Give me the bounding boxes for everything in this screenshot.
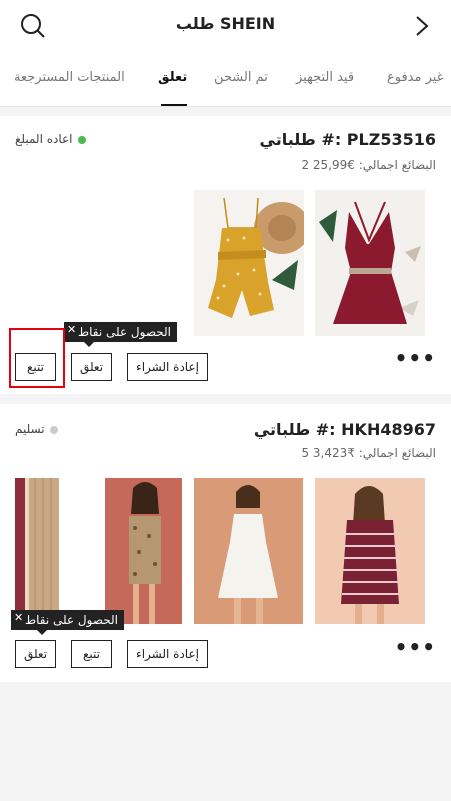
tooltip-arrow <box>84 342 94 347</box>
more-dots-icon[interactable]: ••• <box>395 635 436 659</box>
tab-shipped[interactable]: تم الشحن <box>214 70 268 85</box>
status-dot-icon <box>77 135 86 144</box>
rebuy-button[interactable]: إعادة الشراء <box>127 353 208 381</box>
points-tooltip: ✕ الحصول على نقاط <box>64 320 177 347</box>
close-icon[interactable]: ✕ <box>14 608 23 628</box>
header-bar: طلب SHEIN <box>0 0 451 52</box>
tab-returned[interactable]: المنتجات المسترجعة <box>14 70 125 85</box>
product-image[interactable] <box>194 190 304 336</box>
tooltip-arrow <box>37 630 47 635</box>
page-title: طلب SHEIN <box>175 14 276 33</box>
tooltip-label: الحصول على نقاط <box>78 325 171 339</box>
close-icon[interactable]: ✕ <box>67 320 76 340</box>
order-summary: 2 البضائع اجمالي: €25,99 <box>301 158 436 172</box>
tab-pending[interactable]: تعلق <box>158 70 187 85</box>
order-card[interactable]: طلباتي #: PLZ53516 2 البضائع اجمالي: €25… <box>0 116 451 394</box>
track-button-highlight <box>9 328 65 388</box>
order-card[interactable]: طلباتي #: HKH48967 5 البضائع اجمالي: ₹3,… <box>0 404 451 682</box>
tab-unpaid[interactable]: غير مدفوع <box>387 70 444 85</box>
product-image[interactable] <box>194 478 303 624</box>
track-button[interactable]: تتبع <box>71 640 112 668</box>
status-label: اعاده المبلغ <box>15 132 73 146</box>
product-image[interactable] <box>315 478 425 624</box>
product-image[interactable] <box>315 190 425 336</box>
orders-page: طلب SHEIN غير مدفوع قيد التجهيز تم الشحن… <box>0 0 451 801</box>
order-number: طلباتي #: HKH48967 <box>253 420 436 439</box>
order-summary: 5 البضائع اجمالي: ₹3,423 <box>301 446 436 460</box>
chevron-right-icon[interactable] <box>415 15 429 37</box>
order-status: اعاده المبلغ <box>15 132 86 146</box>
product-image[interactable] <box>15 478 59 624</box>
order-number: طلباتي #: PLZ53516 <box>259 130 436 149</box>
status-label: تسليم <box>15 422 45 436</box>
suspend-button[interactable]: تعلق <box>71 353 112 381</box>
rebuy-button[interactable]: إعادة الشراء <box>127 640 208 668</box>
product-image[interactable] <box>105 478 182 624</box>
more-dots-icon[interactable]: ••• <box>395 346 436 370</box>
active-tab-indicator <box>161 104 187 106</box>
tab-processing[interactable]: قيد التجهيز <box>296 70 354 85</box>
tooltip-label: الحصول على نقاط <box>25 613 118 627</box>
order-status-tabs: غير مدفوع قيد التجهيز تم الشحن تعلق المن… <box>0 52 451 107</box>
suspend-button[interactable]: تعلق <box>15 640 56 668</box>
order-status: تسليم <box>15 422 58 436</box>
points-tooltip: ✕ الحصول على نقاط <box>11 608 124 635</box>
status-dot-icon <box>49 425 58 434</box>
